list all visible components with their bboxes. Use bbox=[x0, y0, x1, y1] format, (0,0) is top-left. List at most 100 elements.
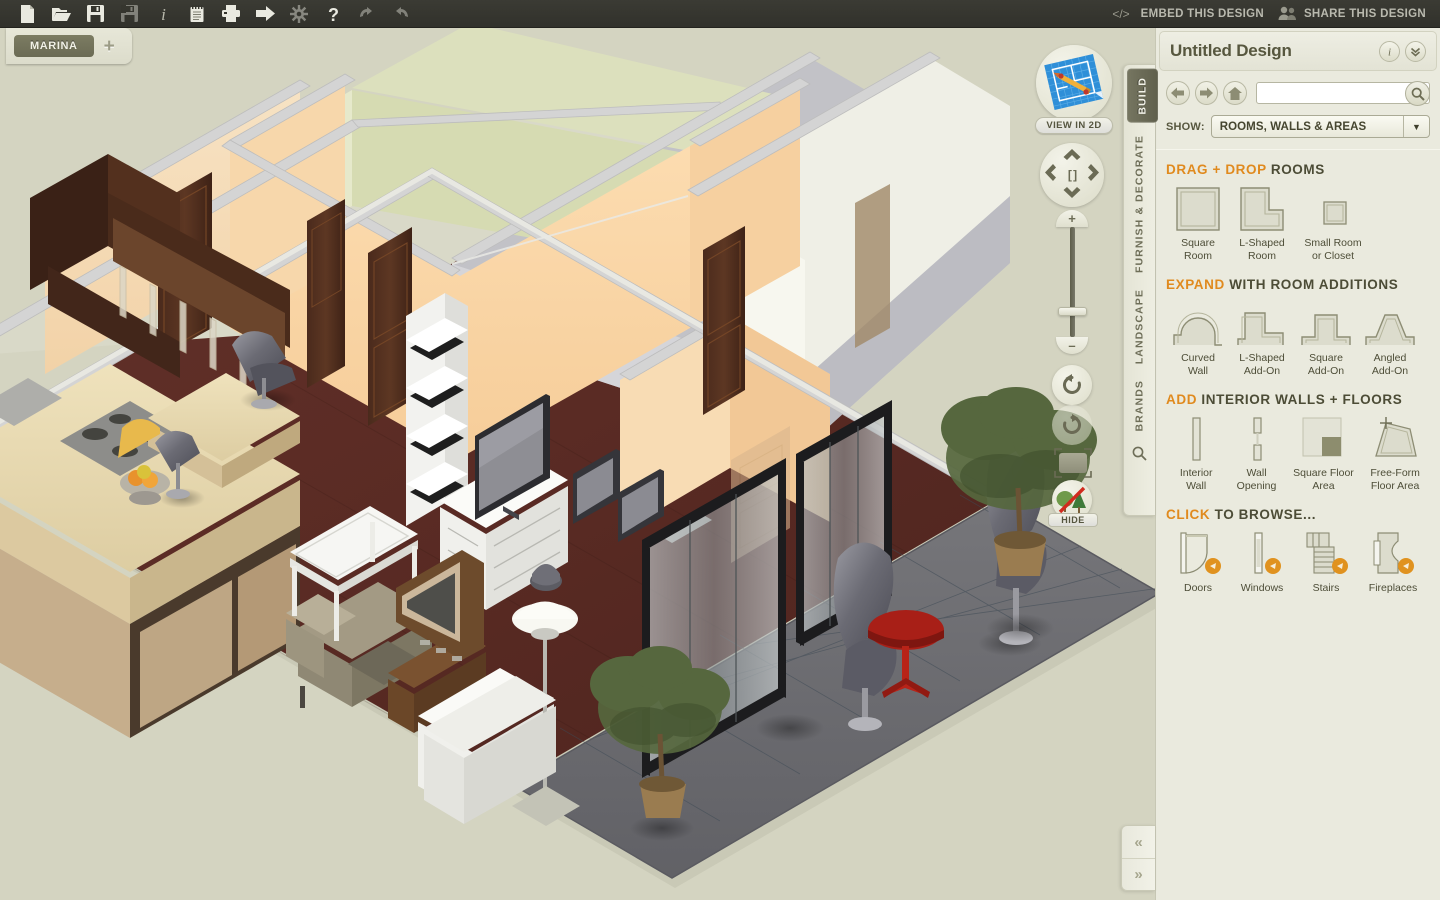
tool-square-room[interactable]: Square Room bbox=[1166, 186, 1230, 263]
design-canvas[interactable] bbox=[0, 28, 1155, 900]
svg-text:</>: </> bbox=[1112, 7, 1129, 21]
zoom-track[interactable] bbox=[1057, 227, 1087, 337]
door-3 bbox=[368, 227, 412, 426]
rotate-left-button[interactable] bbox=[1052, 365, 1092, 405]
save-as-icon[interactable] bbox=[112, 1, 146, 27]
open-folder-icon[interactable] bbox=[44, 1, 78, 27]
tool-doors[interactable]: Doors bbox=[1166, 531, 1230, 595]
zoom-in-button[interactable]: + bbox=[1056, 210, 1088, 227]
curved-wall-icon bbox=[1166, 301, 1230, 347]
add-project-tab-button[interactable]: + bbox=[104, 37, 115, 56]
nav-center-reset-button[interactable]: [ ] bbox=[1068, 168, 1077, 182]
tool-l-shaped-room[interactable]: L-Shaped Room bbox=[1230, 186, 1294, 263]
tool-doors-label: Doors bbox=[1183, 582, 1212, 594]
camera-nav-pad[interactable]: [ ] bbox=[1040, 143, 1104, 207]
door-4 bbox=[703, 226, 745, 415]
design-info-icon[interactable]: i bbox=[1379, 40, 1400, 62]
section-room-additions: EXPAND WITH ROOM ADDITIONS Curved Wall L-… bbox=[1156, 265, 1440, 380]
panel-search-box[interactable] bbox=[1256, 81, 1431, 106]
tool-curved-wall[interactable]: Curved Wall bbox=[1166, 301, 1230, 378]
section-title-click-to-browse: CLICK TO BROWSE... bbox=[1166, 507, 1430, 522]
embed-design-label: EMBED THIS DESIGN bbox=[1140, 7, 1264, 20]
rail-tab-landscape[interactable]: LANDSCAPE bbox=[1124, 281, 1155, 372]
tool-small-room-closet[interactable]: Small Room or Closet bbox=[1294, 186, 1372, 263]
section-items-walls-floors: Interior Wall Wall Opening Square Floor Are… bbox=[1166, 416, 1430, 493]
zoom-slider[interactable]: + – bbox=[1056, 210, 1088, 354]
panel-search-input[interactable] bbox=[1257, 87, 1430, 99]
project-tab-container: MARINA + bbox=[6, 28, 132, 64]
tool-windows[interactable]: Windows bbox=[1230, 531, 1294, 595]
svg-text:i: i bbox=[161, 5, 166, 23]
tool-l-shaped-addon[interactable]: L-Shaped Add-On bbox=[1230, 301, 1294, 378]
rail-tab-brands[interactable]: BRANDS bbox=[1124, 372, 1155, 440]
panel-search-button[interactable] bbox=[1405, 81, 1431, 106]
tool-free-form-floor-area[interactable]: Free-Form Floor Area bbox=[1360, 416, 1430, 493]
view-in-2d-thumbnail[interactable] bbox=[1036, 45, 1112, 121]
tool-fireplaces[interactable]: Fireplaces bbox=[1358, 531, 1428, 595]
rotate-cw-icon bbox=[1063, 414, 1081, 434]
tool-square-addon[interactable]: Square Add-On bbox=[1294, 301, 1358, 378]
panel-forward-button[interactable] bbox=[1194, 81, 1219, 105]
share-design-label: SHARE THIS DESIGN bbox=[1303, 7, 1426, 20]
camera-snapshot-button[interactable] bbox=[1054, 448, 1092, 478]
help-icon[interactable]: ? bbox=[316, 1, 350, 27]
undo-icon[interactable] bbox=[350, 1, 384, 27]
nav-left-icon[interactable] bbox=[1045, 164, 1056, 186]
nav-down-icon[interactable] bbox=[1063, 185, 1081, 203]
tool-fireplaces-label: Fireplaces bbox=[1368, 582, 1418, 594]
zoom-thumb[interactable] bbox=[1057, 307, 1087, 316]
panel-home-button[interactable] bbox=[1223, 81, 1248, 105]
rail-search-icon[interactable] bbox=[1124, 439, 1155, 467]
chevron-down-icon[interactable]: ▼ bbox=[1403, 116, 1429, 137]
windows-icon bbox=[1230, 531, 1294, 577]
tool-square-floor-area[interactable]: Square Floor Area bbox=[1287, 416, 1361, 493]
save-icon[interactable] bbox=[78, 1, 112, 27]
panel-collapse-chevron-icon[interactable] bbox=[1405, 40, 1426, 62]
info-icon[interactable]: i bbox=[146, 1, 180, 27]
toolbar-icon-group: i ? bbox=[0, 1, 418, 27]
notes-icon[interactable] bbox=[180, 1, 214, 27]
rail-tab-build[interactable]: BUILD bbox=[1127, 69, 1158, 123]
section-items-additions: Curved Wall L-Shaped Add-On Square Add-On bbox=[1166, 301, 1430, 378]
tool-interior-wall[interactable]: Interior Wall bbox=[1166, 416, 1226, 493]
show-filter-select[interactable]: ROOMS, WALLS & AREAS ▼ bbox=[1210, 115, 1430, 138]
search-icon bbox=[1411, 87, 1425, 101]
section-title-highlight: ADD bbox=[1166, 392, 1198, 407]
rail-tab-furnish-decorate[interactable]: FURNISH & DECORATE bbox=[1124, 127, 1155, 281]
section-drag-drop-rooms: DRAG + DROP ROOMS Square Room L-Shaped Roo… bbox=[1156, 150, 1440, 265]
share-design-button[interactable]: SHARE THIS DESIGN bbox=[1278, 6, 1426, 21]
project-tab-marina[interactable]: MARINA bbox=[14, 35, 94, 57]
crop-frame-icon bbox=[1054, 448, 1092, 478]
panel-header: Untitled Design i bbox=[1159, 31, 1437, 71]
tool-wall-opening[interactable]: Wall Opening bbox=[1226, 416, 1286, 493]
design-title: Untitled Design bbox=[1170, 41, 1292, 60]
redo-icon[interactable] bbox=[384, 1, 418, 27]
print-icon[interactable] bbox=[214, 1, 248, 27]
panel-back-button[interactable] bbox=[1166, 81, 1190, 105]
tool-angled-addon-label: Angled Add-On bbox=[1371, 352, 1409, 377]
show-filter-row: SHOW: ROOMS, WALLS & AREAS ▼ bbox=[1156, 105, 1440, 138]
section-items-browse: Doors Windows Stairs Fireplaces bbox=[1166, 531, 1430, 595]
floorplan-3d-render bbox=[0, 28, 1155, 900]
collapse-next-button[interactable]: » bbox=[1122, 858, 1155, 890]
section-title-rest: INTERIOR WALLS + FLOORS bbox=[1197, 392, 1403, 407]
hide-label[interactable]: HIDE bbox=[1048, 513, 1098, 527]
tool-angled-addon[interactable]: Angled Add-On bbox=[1358, 301, 1422, 378]
embed-design-button[interactable]: </> EMBED THIS DESIGN bbox=[1108, 7, 1264, 21]
view-in-2d-label[interactable]: VIEW IN 2D bbox=[1035, 117, 1113, 134]
export-icon[interactable] bbox=[248, 1, 282, 27]
settings-gear-icon[interactable] bbox=[282, 1, 316, 27]
rotate-ccw-icon bbox=[1063, 374, 1081, 394]
nav-up-icon[interactable] bbox=[1063, 147, 1081, 165]
tool-stairs[interactable]: Stairs bbox=[1294, 531, 1358, 595]
wall-opening-icon bbox=[1226, 416, 1286, 462]
collapse-prev-button[interactable]: « bbox=[1122, 826, 1155, 858]
doors-icon bbox=[1166, 531, 1230, 577]
panel-collapse-controls: « » bbox=[1121, 825, 1155, 891]
zoom-out-button[interactable]: – bbox=[1056, 337, 1088, 354]
new-file-icon[interactable] bbox=[10, 1, 44, 27]
square-floor-area-icon bbox=[1287, 416, 1361, 462]
nav-right-icon[interactable] bbox=[1088, 164, 1099, 186]
rotate-right-button[interactable] bbox=[1052, 405, 1092, 445]
build-panel: Untitled Design i SHOW: ROOMS, WALLS & A… bbox=[1155, 28, 1440, 900]
